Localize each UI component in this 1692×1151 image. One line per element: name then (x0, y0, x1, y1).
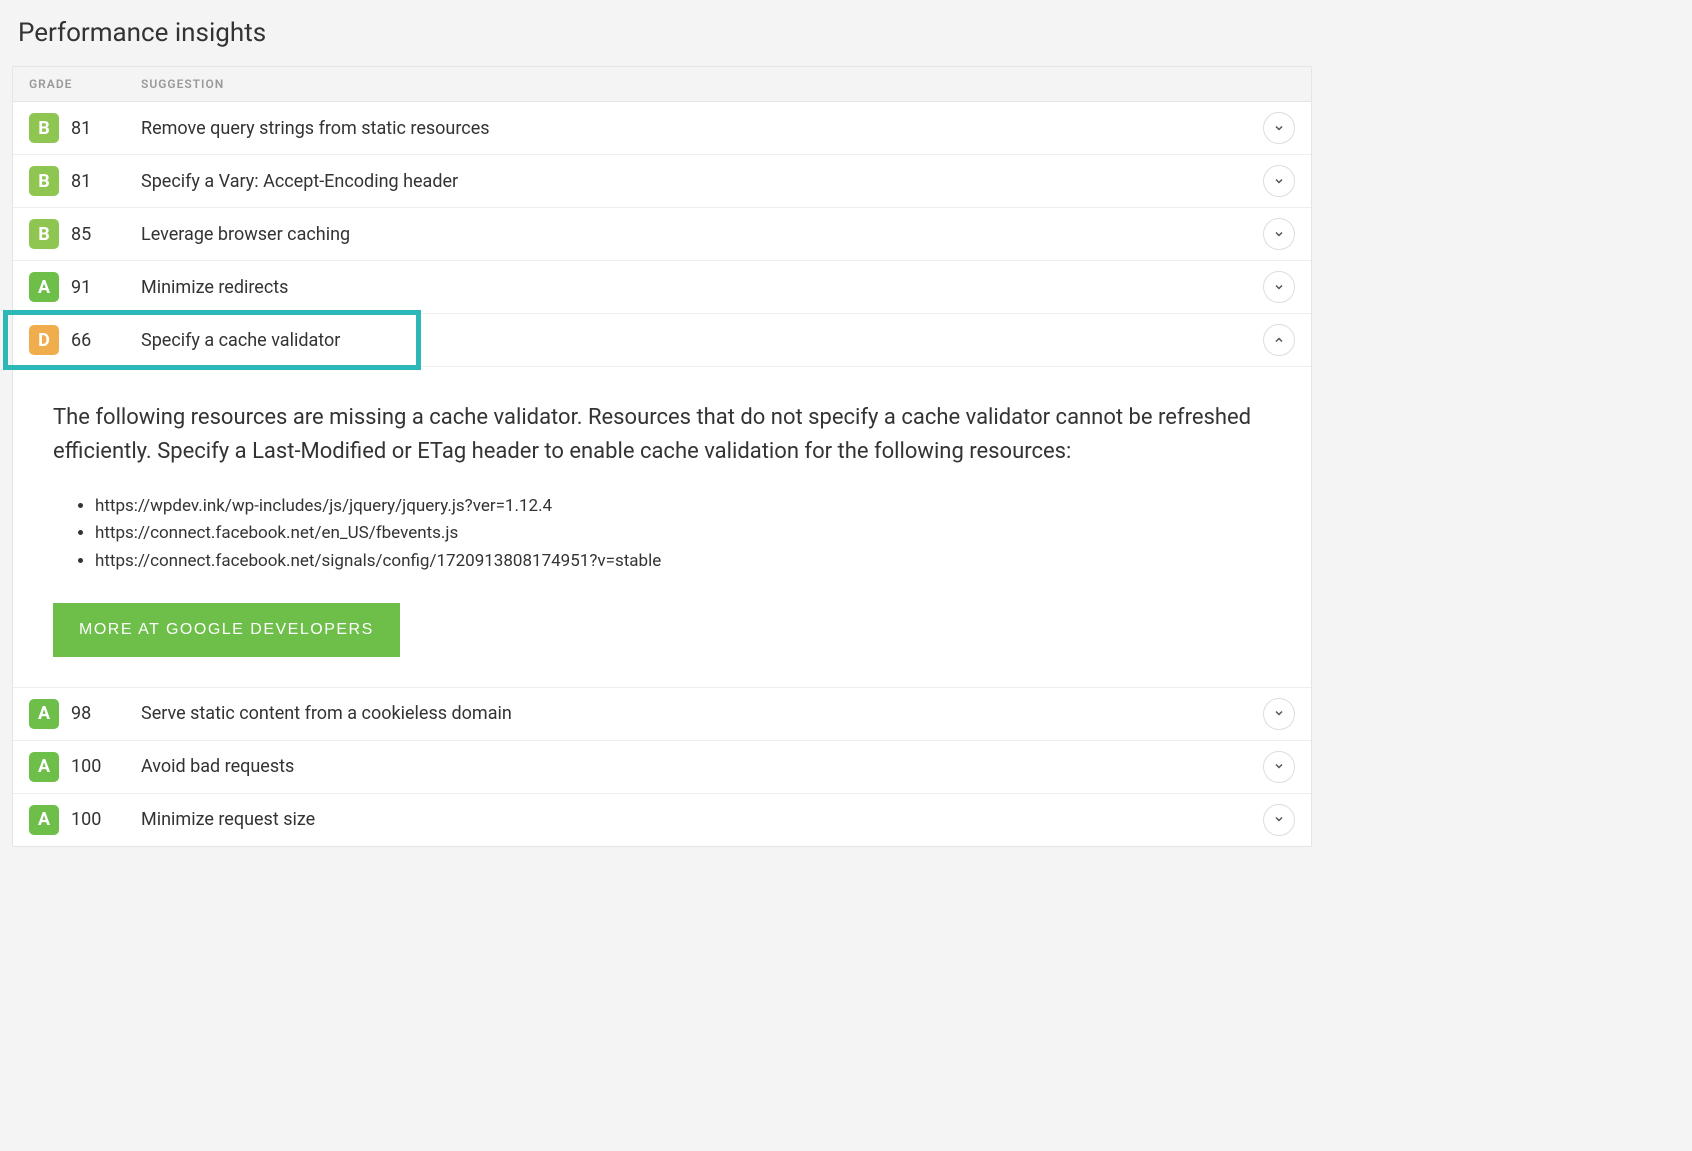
table-row[interactable]: B 85 Leverage browser caching (13, 208, 1311, 261)
grade-cell: B 85 (29, 219, 141, 249)
grade-badge: A (29, 699, 59, 729)
table-row[interactable]: A 100 Avoid bad requests (13, 741, 1311, 794)
suggestion-text: Avoid bad requests (141, 756, 1263, 777)
grade-cell: A 100 (29, 805, 141, 835)
suggestion-text: Serve static content from a cookieless d… (141, 703, 1263, 724)
page-title: Performance insights (18, 18, 1312, 48)
expand-button[interactable] (1263, 804, 1295, 836)
chevron-down-icon (1273, 119, 1285, 138)
grade-badge: A (29, 752, 59, 782)
table-row[interactable]: B 81 Remove query strings from static reso… (13, 102, 1311, 155)
chevron-down-icon (1273, 757, 1285, 776)
grade-score: 81 (71, 118, 91, 139)
grade-score: 100 (71, 756, 101, 777)
chevron-down-icon (1273, 172, 1285, 191)
table-row[interactable]: B 81 Specify a Vary: Accept-Encoding heade… (13, 155, 1311, 208)
grade-cell: A 98 (29, 699, 141, 729)
list-item: https://wpdev.ink/wp-includes/js/jquery/… (95, 493, 1271, 520)
header-grade: Grade (29, 77, 141, 91)
suggestion-text: Minimize request size (141, 809, 1263, 830)
grade-badge: B (29, 166, 59, 196)
grade-cell: A 100 (29, 752, 141, 782)
chevron-down-icon (1273, 278, 1285, 297)
table-row[interactable]: A 100 Minimize request size (13, 794, 1311, 846)
suggestion-text: Minimize redirects (141, 277, 1263, 298)
grade-score: 85 (71, 224, 91, 245)
table-row[interactable]: A 98 Serve static content from a cookieles… (13, 688, 1311, 741)
expand-button[interactable] (1263, 271, 1295, 303)
collapse-button[interactable] (1263, 324, 1295, 356)
suggestion-text: Specify a cache validator (141, 330, 1263, 351)
chevron-down-icon (1273, 704, 1285, 723)
suggestion-text: Leverage browser caching (141, 224, 1263, 245)
suggestion-text: Remove query strings from static resourc… (141, 118, 1263, 139)
grade-cell: A 91 (29, 272, 141, 302)
expand-button[interactable] (1263, 112, 1295, 144)
grade-score: 98 (71, 703, 91, 724)
more-at-google-developers-button[interactable]: MORE AT GOOGLE DEVELOPERS (53, 603, 400, 657)
header-suggestion: Suggestion (141, 77, 1295, 91)
grade-badge: A (29, 272, 59, 302)
grade-badge: A (29, 805, 59, 835)
detail-description: The following resources are missing a ca… (53, 401, 1271, 469)
chevron-down-icon (1273, 225, 1285, 244)
grade-cell: D 66 (29, 325, 141, 355)
list-item: https://connect.facebook.net/en_US/fbeve… (95, 520, 1271, 547)
insights-table: Grade Suggestion B 81 Remove query strings… (12, 66, 1312, 847)
expand-button[interactable] (1263, 698, 1295, 730)
chevron-up-icon (1273, 331, 1285, 350)
suggestion-text: Specify a Vary: Accept-Encoding header (141, 171, 1263, 192)
table-header: Grade Suggestion (13, 67, 1311, 102)
expand-button[interactable] (1263, 218, 1295, 250)
grade-cell: B 81 (29, 166, 141, 196)
table-row[interactable]: D 66 Specify a cache validator (13, 314, 1311, 367)
grade-cell: B 81 (29, 113, 141, 143)
grade-score: 100 (71, 809, 101, 830)
detail-list: https://wpdev.ink/wp-includes/js/jquery/… (53, 493, 1271, 575)
expand-button[interactable] (1263, 165, 1295, 197)
grade-score: 66 (71, 330, 91, 351)
expand-button[interactable] (1263, 751, 1295, 783)
table-row[interactable]: A 91 Minimize redirects (13, 261, 1311, 314)
chevron-down-icon (1273, 810, 1285, 829)
list-item: https://connect.facebook.net/signals/con… (95, 548, 1271, 575)
grade-badge: B (29, 219, 59, 249)
grade-score: 91 (71, 277, 91, 298)
grade-badge: D (29, 325, 59, 355)
detail-panel: The following resources are missing a ca… (13, 367, 1311, 688)
grade-badge: B (29, 113, 59, 143)
grade-score: 81 (71, 171, 91, 192)
